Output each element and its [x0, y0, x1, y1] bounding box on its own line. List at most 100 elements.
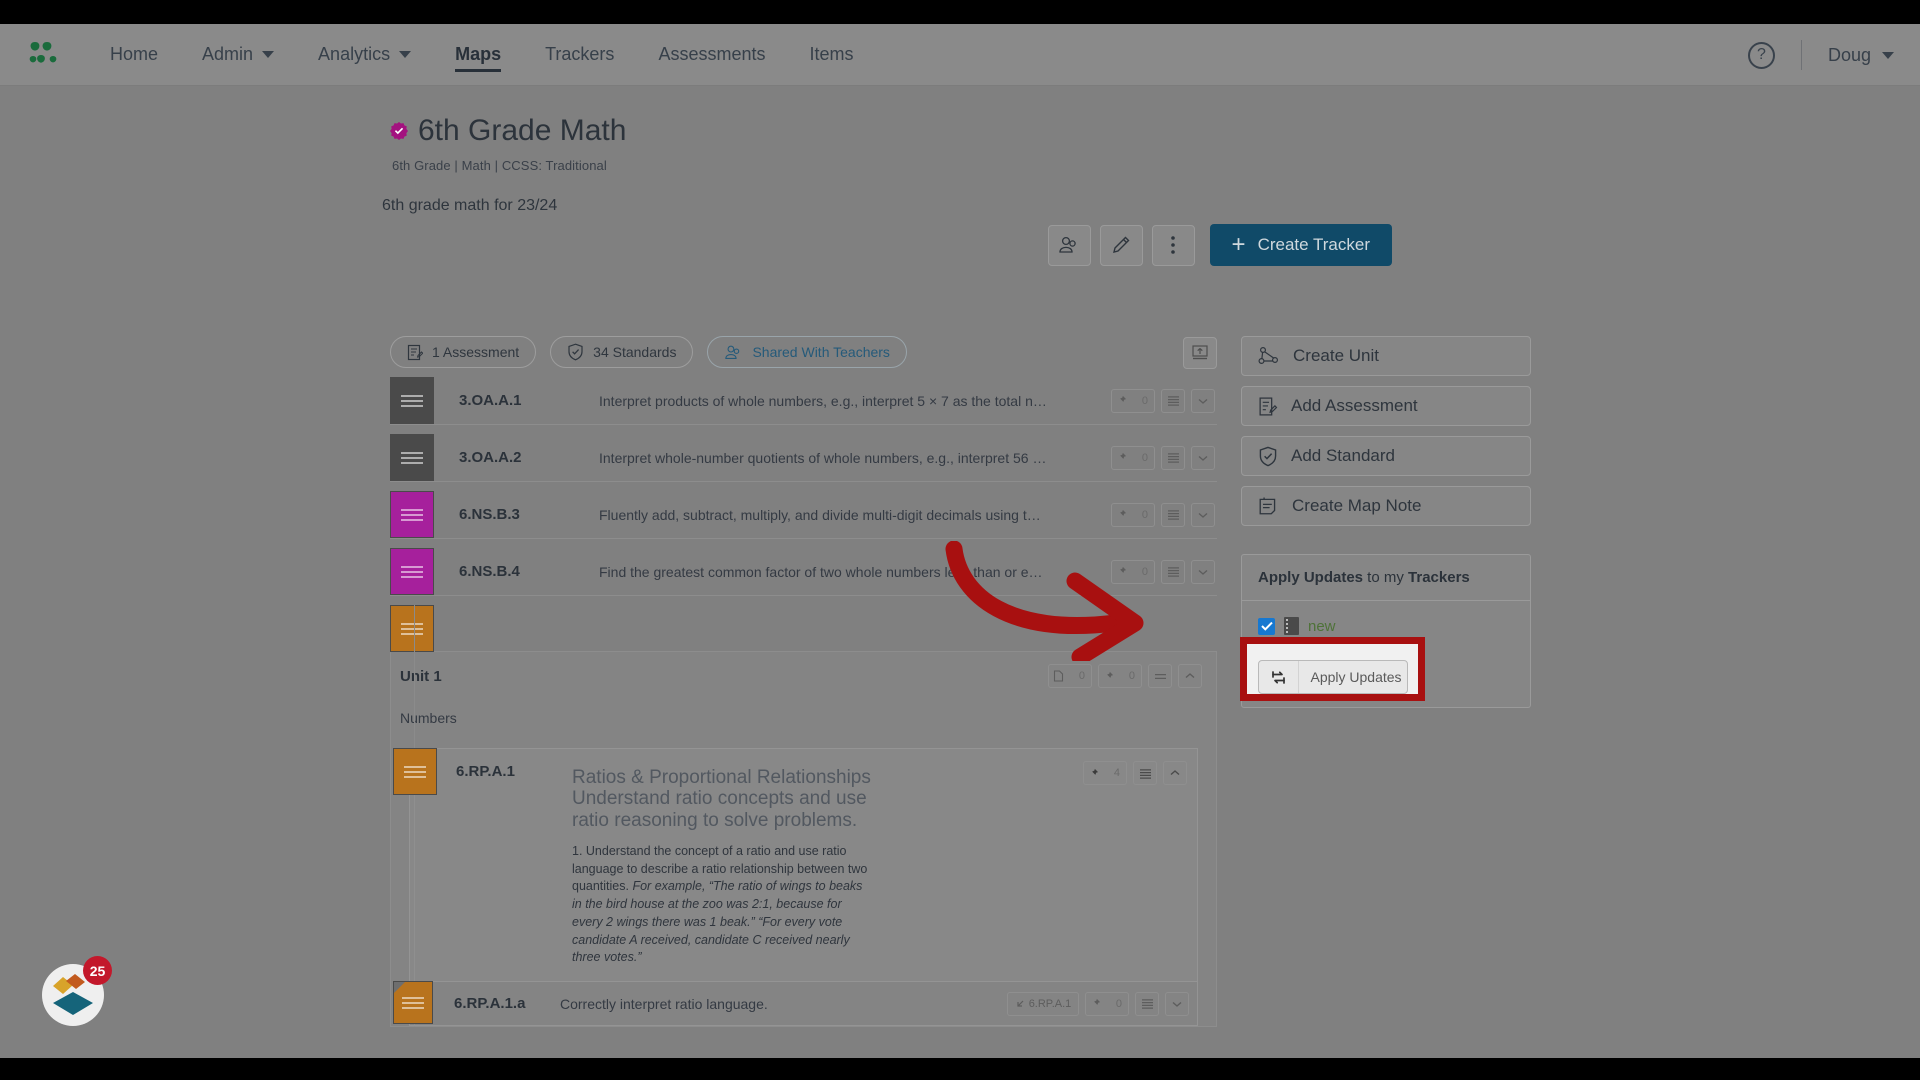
collapse-card-button[interactable] — [1163, 761, 1187, 785]
help-widget[interactable]: 25 — [42, 956, 112, 1026]
standard-description: Interpret whole-number quotients of whol… — [599, 449, 1047, 466]
unit-header[interactable]: Unit 1 0 0 — [391, 652, 1216, 700]
drag-handle-icon[interactable] — [401, 506, 423, 524]
tracker-icon — [1284, 617, 1299, 635]
create-tracker-button[interactable]: + Create Tracker — [1209, 224, 1392, 266]
document-count-button[interactable]: 0 — [1048, 664, 1092, 688]
chevron-down-icon — [1198, 569, 1208, 575]
list-view-button[interactable] — [1161, 502, 1185, 527]
expand-row-button[interactable] — [1191, 502, 1215, 527]
row-action-icons: 0 — [1111, 434, 1217, 481]
list-icon — [1167, 510, 1179, 520]
standard-color-swatch[interactable] — [390, 434, 434, 481]
list-view-button[interactable] — [1161, 388, 1185, 413]
chevron-down-icon — [1198, 398, 1208, 404]
list-icon — [1167, 396, 1179, 406]
pin-count-button[interactable]: 0 — [1098, 664, 1142, 688]
standard-card[interactable]: 6.RP.A.1 4 Ratios & Proportional Relatio… — [393, 748, 1198, 983]
tracker-checkbox[interactable] — [1258, 617, 1275, 635]
page-title-text: 6th Grade Math — [418, 114, 627, 147]
add-standard-button[interactable]: Add Standard — [1241, 436, 1531, 476]
pin-count-button[interactable]: 0 — [1085, 991, 1129, 1016]
list-view-button[interactable] — [1135, 991, 1159, 1016]
standard-color-swatch[interactable] — [390, 548, 434, 595]
corner-fold-icon — [394, 982, 405, 994]
standard-cluster-heading: Understand ratio concepts and use ratio … — [572, 788, 867, 831]
standard-description: Find the greatest common factor of two w… — [599, 563, 1043, 580]
drag-handle-icon[interactable] — [401, 563, 423, 581]
help-icon[interactable]: ? — [1747, 41, 1775, 69]
notification-badge[interactable]: 25 — [83, 956, 112, 985]
pin-count: 0 — [1141, 394, 1148, 407]
table-row[interactable]: 3.OA.A.1 Interpret products of whole num… — [390, 377, 1217, 425]
export-button-inner[interactable] — [1183, 337, 1217, 369]
expand-row-button[interactable] — [1191, 388, 1215, 413]
list-view-button[interactable] — [1161, 559, 1185, 584]
list-view-button[interactable] — [1148, 664, 1172, 688]
create-map-note-button[interactable]: Create Map Note — [1241, 486, 1531, 526]
list-icon — [1167, 567, 1179, 577]
expand-row-button[interactable] — [1165, 991, 1189, 1016]
standard-color-swatch[interactable] — [390, 377, 434, 424]
chevron-up-icon — [1185, 673, 1195, 679]
create-tracker-label: Create Tracker — [1257, 235, 1370, 254]
nav-item-assessments[interactable]: Assessments — [636, 24, 787, 86]
nav-item-items[interactable]: Items — [787, 24, 875, 86]
drag-handle-icon[interactable] — [402, 994, 424, 1012]
page-header: 6th Grade Math 6th Grade | Math | CCSS: … — [382, 114, 627, 215]
pin-icon — [1117, 566, 1127, 576]
pencil-icon — [1112, 236, 1130, 253]
share-people-button[interactable] — [1047, 224, 1091, 266]
table-row[interactable]: 6.NS.B.4 Find the greatest common factor… — [390, 548, 1217, 596]
more-options-button[interactable] — [1151, 224, 1195, 266]
standard-code: 6.NS.B.3 — [459, 506, 520, 523]
people-icon — [725, 345, 740, 359]
unit-color-swatch[interactable] — [390, 605, 434, 652]
chip-shared-with-teachers[interactable]: Shared With Teachers — [707, 336, 907, 368]
list-view-button[interactable] — [1133, 761, 1157, 785]
page-meta: 6th Grade | Math | CCSS: Traditional — [392, 158, 607, 173]
drag-handle-icon[interactable] — [401, 449, 423, 467]
nav-item-admin[interactable]: Admin — [180, 24, 296, 86]
collapse-unit-button[interactable] — [1178, 664, 1202, 688]
pin-count-button[interactable]: 4 — [1083, 761, 1127, 785]
sidebar-button-label: Add Assessment — [1291, 396, 1418, 415]
drag-handle-icon[interactable] — [401, 392, 423, 410]
unit-subtitle: Numbers — [400, 710, 457, 726]
parent-standard-tag[interactable]: 6.RP.A.1 — [1007, 991, 1079, 1016]
list-view-button[interactable] — [1161, 445, 1185, 470]
table-row[interactable]: 6.NS.B.3 Fluently add, subtract, multipl… — [390, 491, 1217, 539]
nav-item-analytics[interactable]: Analytics — [296, 24, 433, 86]
export-map-button[interactable] — [1183, 337, 1217, 369]
substandard-row[interactable]: 6.RP.A.1.a Correctly interpret ratio lan… — [393, 981, 1198, 1027]
drag-handle-icon[interactable] — [401, 620, 423, 638]
substandard-color-swatch[interactable] — [393, 981, 433, 1025]
pin-count-button[interactable]: 0 — [1111, 502, 1155, 527]
tracker-checkbox-row[interactable]: new — [1258, 617, 1514, 635]
standard-color-swatch[interactable] — [390, 491, 434, 538]
nav-item-trackers[interactable]: Trackers — [523, 24, 636, 86]
pin-count-button[interactable]: 0 — [1111, 559, 1155, 584]
user-menu[interactable]: Doug — [1828, 45, 1894, 66]
edit-button[interactable] — [1099, 224, 1143, 266]
apply-updates-title: Apply Updates to my Trackers — [1242, 555, 1530, 601]
table-row[interactable]: 3.OA.A.2 Interpret whole-number quotient… — [390, 434, 1217, 482]
expand-row-button[interactable] — [1191, 445, 1215, 470]
unit-children: 6.RP.A.1 4 Ratios & Proportional Relatio… — [391, 605, 1216, 1028]
nav-item-home[interactable]: Home — [88, 24, 180, 86]
chip-assessments[interactable]: 1 Assessment — [390, 336, 537, 368]
add-assessment-button[interactable]: Add Assessment — [1241, 386, 1531, 426]
pin-count-button[interactable]: 0 — [1111, 388, 1155, 413]
chevron-down-icon — [1172, 1001, 1182, 1007]
document-count: 0 — [1078, 670, 1085, 682]
nav-item-maps[interactable]: Maps — [433, 24, 523, 86]
nav-label: Admin — [202, 44, 254, 64]
expand-row-button[interactable] — [1191, 559, 1215, 584]
create-unit-button[interactable]: Create Unit — [1241, 336, 1531, 376]
app-logo-icon[interactable] — [22, 35, 66, 75]
apply-updates-title-bold-1: Apply Updates — [1258, 569, 1364, 586]
apply-updates-button[interactable]: Apply Updates — [1257, 660, 1408, 694]
apply-updates-title-bold-2: Trackers — [1408, 569, 1470, 586]
chip-standards[interactable]: 34 Standards — [550, 336, 694, 368]
pin-count-button[interactable]: 0 — [1111, 445, 1155, 470]
